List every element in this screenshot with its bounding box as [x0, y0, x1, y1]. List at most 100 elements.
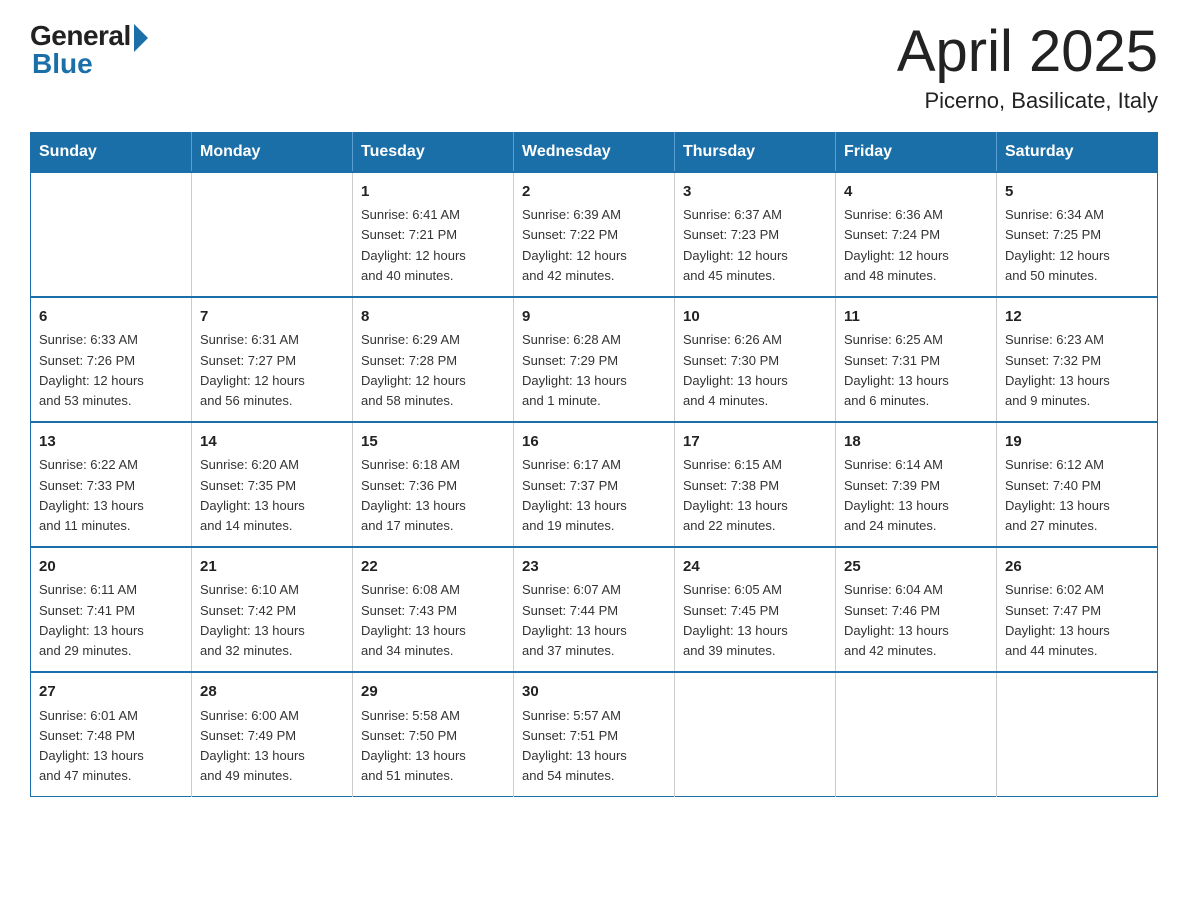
calendar-cell: 26Sunrise: 6:02 AM Sunset: 7:47 PM Dayli… [997, 547, 1158, 672]
day-info: Sunrise: 6:39 AM Sunset: 7:22 PM Dayligh… [522, 205, 666, 286]
day-info: Sunrise: 6:25 AM Sunset: 7:31 PM Dayligh… [844, 330, 988, 411]
calendar-table: SundayMondayTuesdayWednesdayThursdayFrid… [30, 132, 1158, 797]
calendar-row-2: 13Sunrise: 6:22 AM Sunset: 7:33 PM Dayli… [31, 422, 1158, 547]
day-number: 10 [683, 306, 827, 329]
day-info: Sunrise: 6:01 AM Sunset: 7:48 PM Dayligh… [39, 706, 183, 787]
calendar-cell: 22Sunrise: 6:08 AM Sunset: 7:43 PM Dayli… [353, 547, 514, 672]
calendar-cell [192, 172, 353, 297]
day-number: 21 [200, 556, 344, 579]
page-header: General Blue April 2025 Picerno, Basilic… [30, 20, 1158, 114]
day-info: Sunrise: 6:12 AM Sunset: 7:40 PM Dayligh… [1005, 455, 1149, 536]
calendar-cell: 29Sunrise: 5:58 AM Sunset: 7:50 PM Dayli… [353, 672, 514, 797]
calendar-cell: 16Sunrise: 6:17 AM Sunset: 7:37 PM Dayli… [514, 422, 675, 547]
day-number: 19 [1005, 431, 1149, 454]
day-info: Sunrise: 6:02 AM Sunset: 7:47 PM Dayligh… [1005, 580, 1149, 661]
day-info: Sunrise: 6:41 AM Sunset: 7:21 PM Dayligh… [361, 205, 505, 286]
day-info: Sunrise: 6:11 AM Sunset: 7:41 PM Dayligh… [39, 580, 183, 661]
calendar-cell: 15Sunrise: 6:18 AM Sunset: 7:36 PM Dayli… [353, 422, 514, 547]
day-info: Sunrise: 6:37 AM Sunset: 7:23 PM Dayligh… [683, 205, 827, 286]
day-number: 15 [361, 431, 505, 454]
day-info: Sunrise: 6:08 AM Sunset: 7:43 PM Dayligh… [361, 580, 505, 661]
day-info: Sunrise: 6:36 AM Sunset: 7:24 PM Dayligh… [844, 205, 988, 286]
day-info: Sunrise: 6:14 AM Sunset: 7:39 PM Dayligh… [844, 455, 988, 536]
calendar-cell: 27Sunrise: 6:01 AM Sunset: 7:48 PM Dayli… [31, 672, 192, 797]
day-info: Sunrise: 6:04 AM Sunset: 7:46 PM Dayligh… [844, 580, 988, 661]
calendar-cell: 17Sunrise: 6:15 AM Sunset: 7:38 PM Dayli… [675, 422, 836, 547]
calendar-cell [997, 672, 1158, 797]
day-number: 4 [844, 181, 988, 204]
calendar-cell: 1Sunrise: 6:41 AM Sunset: 7:21 PM Daylig… [353, 172, 514, 297]
header-cell-friday: Friday [836, 132, 997, 172]
day-number: 5 [1005, 181, 1149, 204]
calendar-cell: 11Sunrise: 6:25 AM Sunset: 7:31 PM Dayli… [836, 297, 997, 422]
calendar-cell [836, 672, 997, 797]
calendar-cell: 28Sunrise: 6:00 AM Sunset: 7:49 PM Dayli… [192, 672, 353, 797]
day-number: 27 [39, 681, 183, 704]
day-number: 29 [361, 681, 505, 704]
calendar-cell [675, 672, 836, 797]
day-number: 22 [361, 556, 505, 579]
calendar-cell [31, 172, 192, 297]
calendar-cell: 13Sunrise: 6:22 AM Sunset: 7:33 PM Dayli… [31, 422, 192, 547]
calendar-cell: 10Sunrise: 6:26 AM Sunset: 7:30 PM Dayli… [675, 297, 836, 422]
calendar-cell: 14Sunrise: 6:20 AM Sunset: 7:35 PM Dayli… [192, 422, 353, 547]
day-number: 13 [39, 431, 183, 454]
calendar-cell: 8Sunrise: 6:29 AM Sunset: 7:28 PM Daylig… [353, 297, 514, 422]
calendar-cell: 6Sunrise: 6:33 AM Sunset: 7:26 PM Daylig… [31, 297, 192, 422]
calendar-cell: 25Sunrise: 6:04 AM Sunset: 7:46 PM Dayli… [836, 547, 997, 672]
day-number: 28 [200, 681, 344, 704]
day-info: Sunrise: 6:18 AM Sunset: 7:36 PM Dayligh… [361, 455, 505, 536]
calendar-row-1: 6Sunrise: 6:33 AM Sunset: 7:26 PM Daylig… [31, 297, 1158, 422]
day-number: 23 [522, 556, 666, 579]
day-info: Sunrise: 6:20 AM Sunset: 7:35 PM Dayligh… [200, 455, 344, 536]
day-number: 25 [844, 556, 988, 579]
calendar-cell: 30Sunrise: 5:57 AM Sunset: 7:51 PM Dayli… [514, 672, 675, 797]
day-info: Sunrise: 6:23 AM Sunset: 7:32 PM Dayligh… [1005, 330, 1149, 411]
calendar-cell: 19Sunrise: 6:12 AM Sunset: 7:40 PM Dayli… [997, 422, 1158, 547]
page-subtitle: Picerno, Basilicate, Italy [897, 88, 1158, 114]
day-info: Sunrise: 6:10 AM Sunset: 7:42 PM Dayligh… [200, 580, 344, 661]
calendar-header: SundayMondayTuesdayWednesdayThursdayFrid… [31, 132, 1158, 172]
day-number: 7 [200, 306, 344, 329]
header-cell-monday: Monday [192, 132, 353, 172]
calendar-cell: 18Sunrise: 6:14 AM Sunset: 7:39 PM Dayli… [836, 422, 997, 547]
day-number: 17 [683, 431, 827, 454]
calendar-cell: 21Sunrise: 6:10 AM Sunset: 7:42 PM Dayli… [192, 547, 353, 672]
calendar-cell: 3Sunrise: 6:37 AM Sunset: 7:23 PM Daylig… [675, 172, 836, 297]
day-number: 16 [522, 431, 666, 454]
day-number: 12 [1005, 306, 1149, 329]
calendar-row-3: 20Sunrise: 6:11 AM Sunset: 7:41 PM Dayli… [31, 547, 1158, 672]
calendar-row-4: 27Sunrise: 6:01 AM Sunset: 7:48 PM Dayli… [31, 672, 1158, 797]
day-number: 1 [361, 181, 505, 204]
day-info: Sunrise: 5:57 AM Sunset: 7:51 PM Dayligh… [522, 706, 666, 787]
calendar-cell: 4Sunrise: 6:36 AM Sunset: 7:24 PM Daylig… [836, 172, 997, 297]
header-row: SundayMondayTuesdayWednesdayThursdayFrid… [31, 132, 1158, 172]
calendar-cell: 2Sunrise: 6:39 AM Sunset: 7:22 PM Daylig… [514, 172, 675, 297]
logo-arrow-icon [134, 24, 148, 52]
day-number: 6 [39, 306, 183, 329]
day-info: Sunrise: 6:07 AM Sunset: 7:44 PM Dayligh… [522, 580, 666, 661]
calendar-cell: 12Sunrise: 6:23 AM Sunset: 7:32 PM Dayli… [997, 297, 1158, 422]
day-number: 18 [844, 431, 988, 454]
calendar-cell: 9Sunrise: 6:28 AM Sunset: 7:29 PM Daylig… [514, 297, 675, 422]
day-info: Sunrise: 6:22 AM Sunset: 7:33 PM Dayligh… [39, 455, 183, 536]
day-info: Sunrise: 6:28 AM Sunset: 7:29 PM Dayligh… [522, 330, 666, 411]
day-number: 14 [200, 431, 344, 454]
day-info: Sunrise: 6:33 AM Sunset: 7:26 PM Dayligh… [39, 330, 183, 411]
day-number: 2 [522, 181, 666, 204]
calendar-cell: 24Sunrise: 6:05 AM Sunset: 7:45 PM Dayli… [675, 547, 836, 672]
page-title: April 2025 [897, 20, 1158, 84]
day-info: Sunrise: 6:29 AM Sunset: 7:28 PM Dayligh… [361, 330, 505, 411]
day-number: 26 [1005, 556, 1149, 579]
calendar-cell: 5Sunrise: 6:34 AM Sunset: 7:25 PM Daylig… [997, 172, 1158, 297]
day-info: Sunrise: 6:05 AM Sunset: 7:45 PM Dayligh… [683, 580, 827, 661]
day-number: 24 [683, 556, 827, 579]
day-info: Sunrise: 6:15 AM Sunset: 7:38 PM Dayligh… [683, 455, 827, 536]
header-cell-tuesday: Tuesday [353, 132, 514, 172]
calendar-cell: 23Sunrise: 6:07 AM Sunset: 7:44 PM Dayli… [514, 547, 675, 672]
calendar-cell: 7Sunrise: 6:31 AM Sunset: 7:27 PM Daylig… [192, 297, 353, 422]
logo-blue-text: Blue [32, 48, 93, 80]
day-info: Sunrise: 6:31 AM Sunset: 7:27 PM Dayligh… [200, 330, 344, 411]
day-info: Sunrise: 5:58 AM Sunset: 7:50 PM Dayligh… [361, 706, 505, 787]
day-info: Sunrise: 6:26 AM Sunset: 7:30 PM Dayligh… [683, 330, 827, 411]
